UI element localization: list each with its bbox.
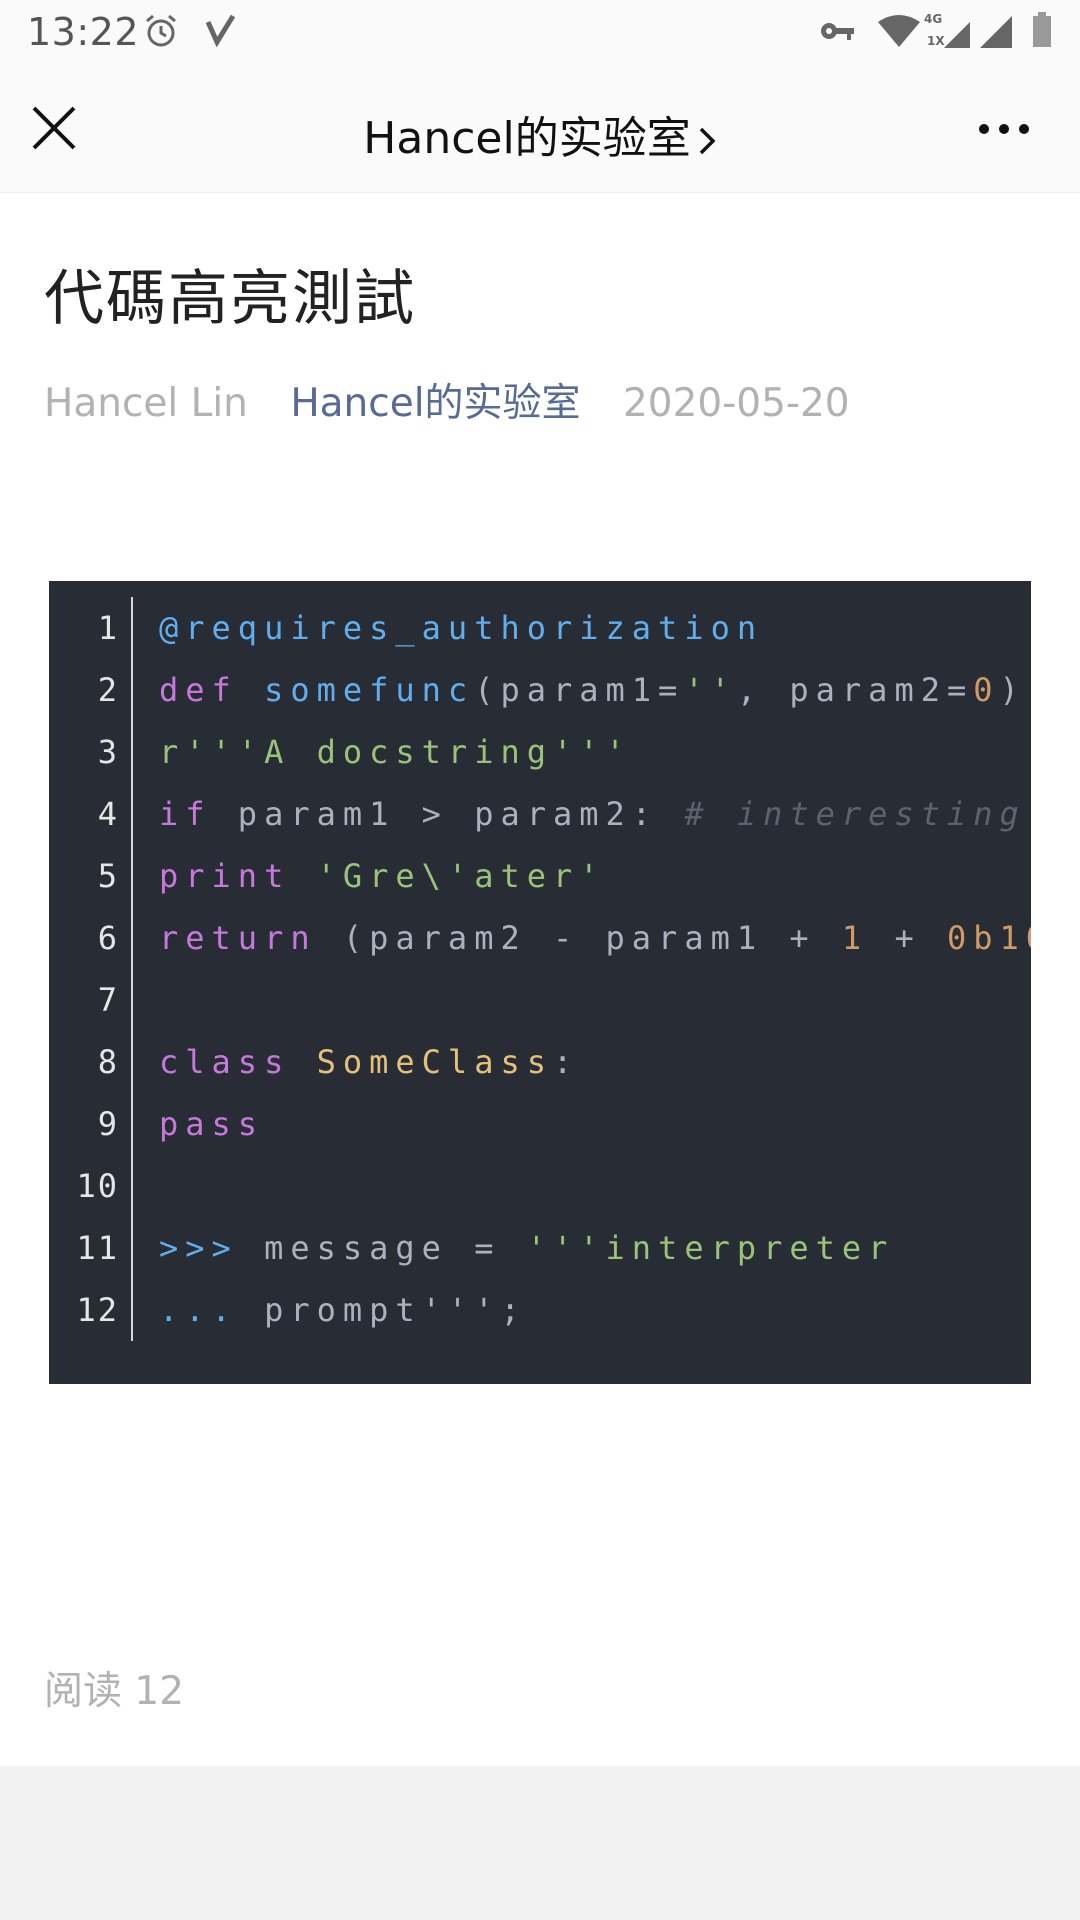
code-lines: 1 @requires_authorization 2 def somefunc(pa… bbox=[49, 597, 1031, 1341]
code-token: somefunc bbox=[264, 671, 475, 709]
code-token: (param2 - param1 + bbox=[316, 919, 842, 957]
code-text: print 'Gre\'ater' bbox=[159, 845, 606, 907]
line-number: 1 bbox=[97, 609, 119, 647]
code-token: interpreter bbox=[605, 1229, 895, 1267]
read-count: 阅读 12 bbox=[44, 1669, 185, 1714]
chevron-right-icon bbox=[699, 127, 716, 155]
code-text: return (param2 - param1 + 1 + 0b101 bbox=[159, 907, 1031, 969]
footer-area bbox=[0, 1766, 1080, 1920]
line-number: 3 bbox=[97, 733, 119, 771]
battery-icon bbox=[1033, 12, 1051, 47]
code-token: 'Gre\'ater' bbox=[316, 857, 606, 895]
line-number: 4 bbox=[97, 795, 119, 833]
article-meta: Hancel Lin Hancel的实验室 2020-05-20 bbox=[44, 372, 850, 428]
more-icon[interactable] bbox=[978, 122, 1030, 136]
code-token: @requires_authorization bbox=[159, 609, 764, 647]
code-token: ... bbox=[159, 1291, 238, 1329]
code-token: , param2= bbox=[736, 671, 974, 709]
signal-icon bbox=[980, 16, 1012, 48]
code-token: message = bbox=[237, 1229, 527, 1267]
key-icon bbox=[821, 23, 854, 40]
line-number: 8 bbox=[97, 1043, 119, 1081]
code-token: SomeClass bbox=[316, 1043, 553, 1081]
line-number: 6 bbox=[97, 919, 119, 957]
code-token: ): bbox=[999, 671, 1032, 709]
nav-title: Hancel的实验室 bbox=[363, 113, 691, 164]
code-token: >>> bbox=[159, 1229, 238, 1267]
line-number: 11 bbox=[76, 1229, 119, 1267]
code-token: ''' bbox=[526, 1229, 606, 1267]
line-number: 2 bbox=[97, 671, 119, 709]
code-token: + bbox=[868, 919, 947, 957]
line-number: 10 bbox=[76, 1167, 119, 1205]
code-token: print bbox=[159, 857, 291, 895]
code-line: 10 bbox=[49, 1155, 1031, 1217]
code-token: if bbox=[159, 795, 212, 833]
nav-title-link[interactable]: Hancel的实验室 bbox=[0, 102, 1080, 166]
code-text: class SomeClass: bbox=[159, 1031, 579, 1093]
article-title: 代碼高亮測試 bbox=[44, 264, 416, 334]
code-token: pass bbox=[159, 1105, 265, 1143]
code-token: 0b101 bbox=[946, 919, 1031, 957]
article-author: Hancel Lin bbox=[44, 381, 248, 426]
code-text: def somefunc(param1='', param2=0): bbox=[159, 659, 1031, 721]
code-token: (param1= bbox=[474, 671, 685, 709]
article-account-link[interactable]: Hancel的实验室 bbox=[290, 381, 580, 426]
code-line: 3 r'''A docstring''' bbox=[49, 721, 1031, 783]
code-line: 5 print 'Gre\'ater' bbox=[49, 845, 1031, 907]
signal-4g-icon: 4G 1X bbox=[924, 12, 972, 50]
code-text: >>> message = '''interpreter bbox=[159, 1217, 894, 1279]
line-number: 7 bbox=[97, 981, 119, 1019]
code-line: 4 if param1 > param2: # interesting bbox=[49, 783, 1031, 845]
code-line: 11 >>> message = '''interpreter bbox=[49, 1217, 1031, 1279]
code-token: param1 > param2: bbox=[211, 795, 685, 833]
status-bar: 13:22 4G 1X bbox=[0, 0, 1080, 62]
line-number: 12 bbox=[76, 1291, 119, 1329]
code-text: r'''A docstring''' bbox=[159, 721, 632, 783]
code-line: 9 pass bbox=[49, 1093, 1031, 1155]
code-text: ... prompt'''; bbox=[159, 1279, 527, 1341]
code-token: : bbox=[552, 1043, 580, 1081]
wifi-icon bbox=[878, 15, 920, 47]
code-line: 6 return (param2 - param1 + 1 + 0b101 bbox=[49, 907, 1031, 969]
code-token: r'''A docstring''' bbox=[159, 733, 632, 771]
code-line: 12... prompt'''; bbox=[49, 1279, 1031, 1341]
article-date: 2020-05-20 bbox=[622, 381, 850, 426]
alarm-icon bbox=[146, 14, 176, 47]
code-token: '' bbox=[684, 671, 737, 709]
code-line: 1 @requires_authorization bbox=[49, 597, 1031, 659]
code-text: pass bbox=[159, 1093, 264, 1155]
code-token: prompt'''; bbox=[237, 1291, 527, 1329]
code-token: # interesting bbox=[684, 795, 1026, 833]
code-token: return bbox=[159, 919, 317, 957]
code-line: 2 def somefunc(param1='', param2=0): bbox=[49, 659, 1031, 721]
code-token: class bbox=[159, 1043, 291, 1081]
line-number: 9 bbox=[97, 1105, 119, 1143]
code-token: 0 bbox=[973, 671, 1000, 709]
code-token: 1 bbox=[841, 919, 869, 957]
code-token: def bbox=[159, 671, 238, 709]
line-number: 5 bbox=[97, 857, 119, 895]
status-time: 13:22 bbox=[27, 10, 140, 54]
code-line: 8 class SomeClass: bbox=[49, 1031, 1031, 1093]
code-text: if param1 > param2: # interesting bbox=[159, 783, 1026, 845]
code-line: 7 bbox=[49, 969, 1031, 1031]
nav-bar: Hancel的实验室 bbox=[0, 62, 1080, 193]
check-icon bbox=[205, 14, 236, 48]
code-text: @requires_authorization bbox=[159, 597, 763, 659]
code-block[interactable]: 1 @requires_authorization 2 def somefunc(pa… bbox=[49, 581, 1031, 1384]
